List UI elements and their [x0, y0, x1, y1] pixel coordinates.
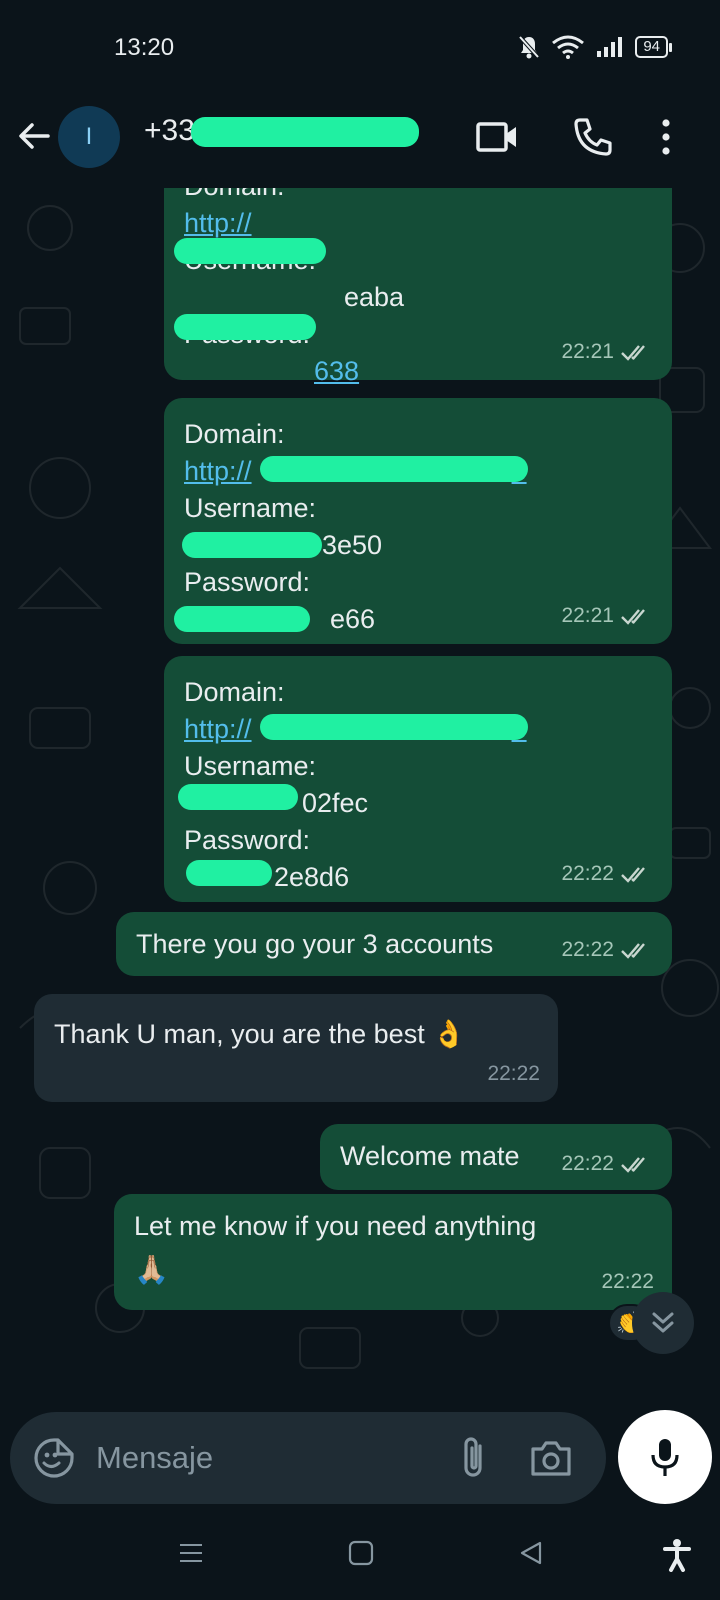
- message-line: Username:: [184, 493, 317, 523]
- message-meta: 22:22: [601, 1263, 654, 1300]
- message-bubble-credentials-1[interactable]: Domain: http:// Username: eaba Password:…: [164, 188, 672, 386]
- chat-header: I +33: [0, 96, 720, 188]
- message-meta: 22:21: [561, 597, 654, 634]
- wifi-icon: [552, 35, 585, 59]
- message-time: 22:22: [561, 938, 614, 961]
- redaction-mark: [178, 784, 298, 810]
- avatar-initial: I: [85, 123, 93, 150]
- contact-name[interactable]: +33: [144, 114, 419, 148]
- redaction-mark: [260, 456, 528, 482]
- message-bubble-outgoing[interactable]: Let me know if you need anything 🙏🏼 22:2…: [114, 1194, 672, 1310]
- message-meta: 22:22: [561, 1145, 654, 1182]
- back-icon[interactable]: [14, 116, 54, 156]
- message-list[interactable]: Domain: http:// Username: eaba Password:…: [0, 188, 720, 1400]
- message-line: Domain:: [184, 419, 285, 449]
- status-icons: 94: [517, 34, 672, 60]
- message-line: Domain:: [184, 677, 285, 707]
- message-meta: 22:22: [561, 855, 654, 892]
- message-meta: 22:22: [487, 1055, 540, 1092]
- redaction-mark: [190, 117, 419, 148]
- back-nav-icon[interactable]: [516, 1538, 546, 1568]
- message-line: Password:: [184, 825, 311, 855]
- message-input[interactable]: Mensaje: [96, 1440, 213, 1476]
- message-bubble-credentials-2[interactable]: Domain: http://e Username: 3e50 Password…: [164, 398, 672, 644]
- attach-icon[interactable]: [454, 1434, 494, 1482]
- message-meta: 22:21: [561, 333, 654, 370]
- read-receipt-icon: [621, 942, 645, 959]
- status-bar: 13:20 94: [0, 0, 720, 96]
- avatar[interactable]: I: [58, 106, 120, 168]
- message-text: Let me know if you need anything: [134, 1211, 537, 1241]
- redaction-mark: [260, 714, 528, 740]
- status-time: 13:20: [114, 34, 175, 61]
- message-time: 22:22: [561, 862, 614, 885]
- read-receipt-icon: [621, 344, 645, 361]
- contact-prefix: +33: [144, 114, 195, 147]
- camera-icon[interactable]: [528, 1436, 574, 1480]
- message-line: Username:: [184, 751, 317, 781]
- message-bubble-credentials-3[interactable]: Domain: http://e Username: 02fec Passwor…: [164, 656, 672, 902]
- redaction-mark: [174, 606, 310, 632]
- sticker-emoji-icon[interactable]: [32, 1436, 76, 1480]
- battery-icon: 94: [635, 36, 672, 58]
- message-bubble-outgoing[interactable]: Welcome mate 22:22: [320, 1124, 672, 1190]
- message-time: 22:22: [561, 1152, 614, 1175]
- message-line: Password:: [184, 567, 311, 597]
- message-time: 22:21: [561, 340, 614, 363]
- message-composer: Mensaje: [10, 1412, 606, 1504]
- message-meta: 22:22: [561, 931, 654, 968]
- signal-icon: [597, 37, 623, 57]
- read-receipt-icon: [621, 1156, 645, 1173]
- redaction-mark: [174, 238, 326, 264]
- scroll-to-bottom-button[interactable]: [632, 1292, 694, 1354]
- message-text: There you go your 3 accounts: [136, 929, 494, 959]
- recent-apps-icon[interactable]: [176, 1538, 206, 1568]
- accessibility-icon[interactable]: [662, 1538, 692, 1572]
- redaction-mark: [182, 532, 322, 558]
- message-time: 22:22: [601, 1270, 654, 1293]
- video-call-icon[interactable]: [474, 114, 520, 160]
- redaction-mark: [174, 314, 316, 340]
- redaction-mark: [186, 860, 272, 886]
- voice-call-icon[interactable]: [570, 114, 616, 160]
- mute-icon: [518, 35, 540, 59]
- read-receipt-icon: [621, 608, 645, 625]
- home-icon[interactable]: [346, 1538, 376, 1568]
- message-text: Welcome mate: [340, 1141, 520, 1171]
- message-line: Domain:: [184, 188, 652, 205]
- message-bubble-incoming[interactable]: Thank U man, you are the best 👌 22:22: [34, 994, 558, 1102]
- message-line: eaba: [344, 282, 405, 312]
- message-link[interactable]: http://: [184, 205, 652, 242]
- message-emoji: 🙏🏼: [134, 1254, 169, 1285]
- more-options-icon[interactable]: [656, 114, 676, 160]
- message-text: Thank U man, you are the best 👌: [54, 1019, 466, 1049]
- message-time: 22:22: [487, 1062, 540, 1085]
- message-bubble-outgoing[interactable]: There you go your 3 accounts 22:22: [116, 912, 672, 976]
- read-receipt-icon: [621, 866, 645, 883]
- voice-message-button[interactable]: [618, 1410, 712, 1504]
- system-nav-bar: [0, 1512, 720, 1600]
- message-time: 22:21: [561, 604, 614, 627]
- microphone-icon: [651, 1439, 679, 1476]
- double-chevron-down-icon: [652, 1312, 674, 1333]
